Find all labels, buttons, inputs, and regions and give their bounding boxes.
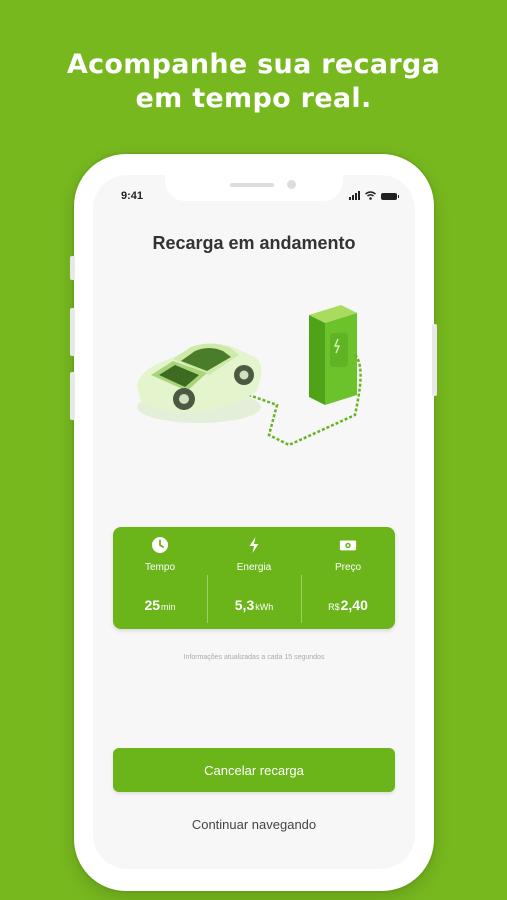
- front-camera: [287, 180, 296, 189]
- headline-line-1: Acompanhe sua recarga: [66, 49, 441, 80]
- car-charging-illustration: [137, 305, 362, 447]
- stat-price-number: 2,40: [340, 597, 368, 613]
- screen-title: Recarga em andamento: [152, 233, 356, 253]
- stat-price-value: R$2,40: [301, 597, 395, 613]
- money-icon: [339, 540, 357, 551]
- stat-energy: Energia 5,3kWh: [207, 527, 301, 629]
- stat-time-label: Tempo: [144, 562, 175, 573]
- mute-switch: [70, 256, 75, 280]
- lightning-icon: [249, 537, 259, 553]
- stat-price-label: Preço: [334, 562, 362, 573]
- stat-energy-label: Energia: [236, 562, 272, 573]
- stat-price: Preço R$2,40: [301, 527, 395, 629]
- signal-icon: [349, 190, 360, 200]
- notch: [165, 175, 343, 201]
- stat-energy-value: 5,3kWh: [207, 597, 301, 613]
- wifi-icon: [365, 191, 376, 200]
- stat-time: Tempo 25min: [113, 527, 207, 629]
- phone-screen: 9:41 Recarga em andamento Tempo 25min En…: [93, 175, 415, 869]
- status-time: 9:41: [121, 190, 144, 202]
- speaker: [230, 183, 274, 187]
- volume-down-button: [70, 372, 75, 420]
- update-info-note: Informações atualizadas a cada 15 segund…: [183, 654, 325, 661]
- clock-icon: [152, 537, 168, 553]
- status-icons: [349, 190, 399, 200]
- continue-browsing-link[interactable]: Continuar navegando: [93, 817, 415, 832]
- headline-line-2: em tempo real.: [135, 83, 372, 114]
- stat-energy-number: 5,3: [234, 597, 255, 613]
- power-button: [432, 324, 437, 396]
- stat-time-unit: min: [161, 602, 176, 612]
- headline: Acompanhe sua recarga em tempo real.: [0, 48, 507, 116]
- stat-time-number: 25: [144, 597, 161, 613]
- charging-stats-card: Tempo 25min Energia 5,3kWh Preço R$2,40: [113, 527, 395, 629]
- battery-icon: [381, 193, 399, 200]
- stat-time-value: 25min: [113, 597, 207, 613]
- stat-energy-unit: kWh: [255, 602, 274, 612]
- cancel-charging-button[interactable]: Cancelar recarga: [113, 748, 395, 792]
- stat-price-currency: R$: [328, 602, 340, 612]
- volume-up-button: [70, 308, 75, 356]
